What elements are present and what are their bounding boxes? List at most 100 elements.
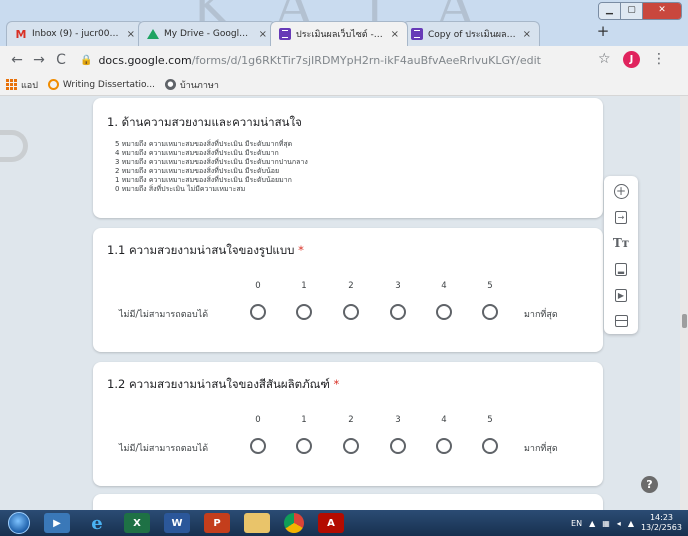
opera-icon xyxy=(47,79,59,90)
radio-option[interactable] xyxy=(436,438,452,454)
file-explorer-icon[interactable] xyxy=(244,513,270,533)
volume-icon[interactable]: ◂ xyxy=(617,519,621,528)
url-path: /forms/d/1g6RKtTir7sjIRDMYpH2rn-ikF4auBf… xyxy=(191,53,541,67)
background-decoration xyxy=(0,130,28,162)
tab-close-icon[interactable]: × xyxy=(259,29,267,40)
scale-label: 3 xyxy=(395,415,401,425)
bookmark-apps[interactable]: แอป xyxy=(6,78,38,92)
legend-line: 1 หมายถึง ความเหมาะสมของสิ่งที่ประเมิน ม… xyxy=(115,176,292,184)
tab-close-icon[interactable]: × xyxy=(127,29,135,40)
windows-taskbar: ▶ e X W P A EN ▲ ▦ ◂ ▲ 14:23 13/2/2563 xyxy=(0,510,688,536)
tab-strip: M Inbox (9) - jucr001@gmail × My Drive -… xyxy=(6,21,540,46)
media-player-icon[interactable]: ▶ xyxy=(44,513,70,533)
browser-titlebar: K A T A D M Inbox (9) - jucr001@gmail × … xyxy=(0,0,688,98)
add-title-icon[interactable]: Tт xyxy=(611,234,631,252)
page-scrollbar[interactable] xyxy=(680,96,688,510)
profile-avatar[interactable]: J xyxy=(623,51,640,68)
start-button[interactable] xyxy=(8,512,30,534)
radio-option[interactable] xyxy=(482,438,498,454)
bookmark-writing-dissertation[interactable]: Writing Dissertatio... xyxy=(47,79,155,90)
required-marker: * xyxy=(298,243,304,257)
internet-explorer-icon[interactable]: e xyxy=(84,513,110,534)
radio-option[interactable] xyxy=(296,438,312,454)
help-icon[interactable]: ? xyxy=(641,476,658,493)
globe-icon: ● xyxy=(164,79,176,90)
signal-icon[interactable]: ▲ xyxy=(628,519,634,528)
scrollbar-thumb[interactable] xyxy=(682,314,687,328)
tab-google-forms-copy[interactable]: Copy of ประเมินผลเว็บไซต์ × xyxy=(402,21,540,46)
scale-label: 5 xyxy=(487,281,493,291)
required-marker: * xyxy=(333,377,340,391)
import-questions-icon[interactable]: → xyxy=(611,208,631,226)
word-icon[interactable]: W xyxy=(164,513,190,533)
radio-option[interactable] xyxy=(250,438,266,454)
clock-time: 14:23 xyxy=(649,513,674,522)
tray-expand-icon[interactable]: ▲ xyxy=(589,519,595,528)
tab-close-icon[interactable]: × xyxy=(523,29,531,40)
reload-button[interactable]: C xyxy=(52,52,70,68)
radio-option[interactable] xyxy=(436,304,452,320)
tab-gmail[interactable]: M Inbox (9) - jucr001@gmail × xyxy=(6,21,144,46)
radio-option[interactable] xyxy=(343,438,359,454)
question-text: 1.2 ความสวยงามน่าสนใจของสีสันผลิตภัณฑ์ xyxy=(107,377,330,391)
language-indicator[interactable]: EN xyxy=(571,519,582,528)
tab-title: ประเมินผลเว็บไซต์ - Google xyxy=(296,30,386,40)
question-text: 1.1 ความสวยงามน่าสนใจของรูปแบบ xyxy=(107,243,295,257)
maximize-button[interactable]: ▢ xyxy=(621,3,643,19)
scale-label: 2 xyxy=(348,281,354,291)
section-card[interactable]: 1. ด้านความสวยงามและความน่าสนใจ 5 หมายถึ… xyxy=(93,98,603,218)
tab-title: My Drive - Google Drive xyxy=(164,29,254,39)
scale-header: 0 1 2 3 4 5 xyxy=(93,415,603,427)
radio-option[interactable] xyxy=(296,304,312,320)
linear-scale: ไม่มี/ไม่สามารถตอบได้ มากที่สุด xyxy=(93,438,603,456)
minimize-button[interactable]: ▁ xyxy=(599,3,621,19)
add-image-icon[interactable]: ▂ xyxy=(611,260,631,278)
back-button[interactable]: ← xyxy=(8,52,26,68)
window-controls: ▁ ▢ ✕ xyxy=(598,2,682,20)
scale-header: 0 1 2 3 4 5 xyxy=(93,281,603,293)
chrome-menu-icon[interactable]: ⋮ xyxy=(652,51,666,67)
tab-google-forms-active[interactable]: ประเมินผลเว็บไซต์ - Google × xyxy=(270,21,408,46)
question-card[interactable]: 1.1 ความสวยงามน่าสนใจของรูปแบบ * 0 1 2 3… xyxy=(93,228,603,352)
tab-google-drive[interactable]: My Drive - Google Drive × xyxy=(138,21,276,46)
bookmark-star-icon[interactable]: ☆ xyxy=(598,51,611,67)
legend-line: 4 หมายถึง ความเหมาะสมของสิ่งที่ประเมิน ม… xyxy=(115,149,279,157)
bookmark-label: แอป xyxy=(21,80,38,91)
excel-icon[interactable]: X xyxy=(124,513,150,533)
linear-scale: ไม่มี/ไม่สามารถตอบได้ มากที่สุด xyxy=(93,304,603,322)
new-tab-button[interactable]: + xyxy=(592,22,614,42)
bookmark-baan-phasa[interactable]: ● บ้านภาษา xyxy=(164,78,219,92)
scale-label: 1 xyxy=(301,415,307,425)
network-icon[interactable]: ▦ xyxy=(602,519,610,528)
bookmark-label: Writing Dissertatio... xyxy=(62,79,155,90)
url-host: docs.google.com xyxy=(98,53,192,67)
scale-low-label: ไม่มี/ไม่สามารถตอบได้ xyxy=(119,444,209,454)
tab-close-icon[interactable]: × xyxy=(391,29,399,40)
radio-option[interactable] xyxy=(250,304,266,320)
radio-option[interactable] xyxy=(343,304,359,320)
powerpoint-icon[interactable]: P xyxy=(204,513,230,533)
address-bar[interactable]: 🔒 docs.google.com/forms/d/1g6RKtTir7sjIR… xyxy=(80,54,640,67)
forward-button[interactable]: → xyxy=(30,52,48,68)
scale-label: 0 xyxy=(255,415,261,425)
radio-option[interactable] xyxy=(390,438,406,454)
drive-icon xyxy=(147,29,159,39)
acrobat-icon[interactable]: A xyxy=(318,513,344,533)
scale-label: 4 xyxy=(441,415,447,425)
question-card[interactable]: 1.2 ความสวยงามน่าสนใจของสีสันผลิตภัณฑ์ *… xyxy=(93,362,603,486)
scale-high-label: มากที่สุด xyxy=(524,444,558,454)
close-window-button[interactable]: ✕ xyxy=(643,3,681,19)
legend-line: 2 หมายถึง ความเหมาะสมของสิ่งที่ประเมิน ม… xyxy=(115,167,280,175)
add-question-icon[interactable]: + xyxy=(611,182,631,200)
radio-option[interactable] xyxy=(390,304,406,320)
question-card[interactable] xyxy=(93,494,603,510)
radio-option[interactable] xyxy=(482,304,498,320)
apps-icon xyxy=(6,79,17,90)
add-section-icon[interactable] xyxy=(611,312,631,330)
scale-high-label: มากที่สุด xyxy=(524,310,558,320)
chrome-icon[interactable] xyxy=(284,513,304,533)
section-title: 1. ด้านความสวยงามและความน่าสนใจ xyxy=(107,115,302,129)
clock[interactable]: 14:23 13/2/2563 xyxy=(641,513,682,533)
add-video-icon[interactable]: ▶ xyxy=(611,286,631,304)
bookmarks-bar: แอป Writing Dissertatio... ● บ้านภาษา xyxy=(0,74,688,96)
